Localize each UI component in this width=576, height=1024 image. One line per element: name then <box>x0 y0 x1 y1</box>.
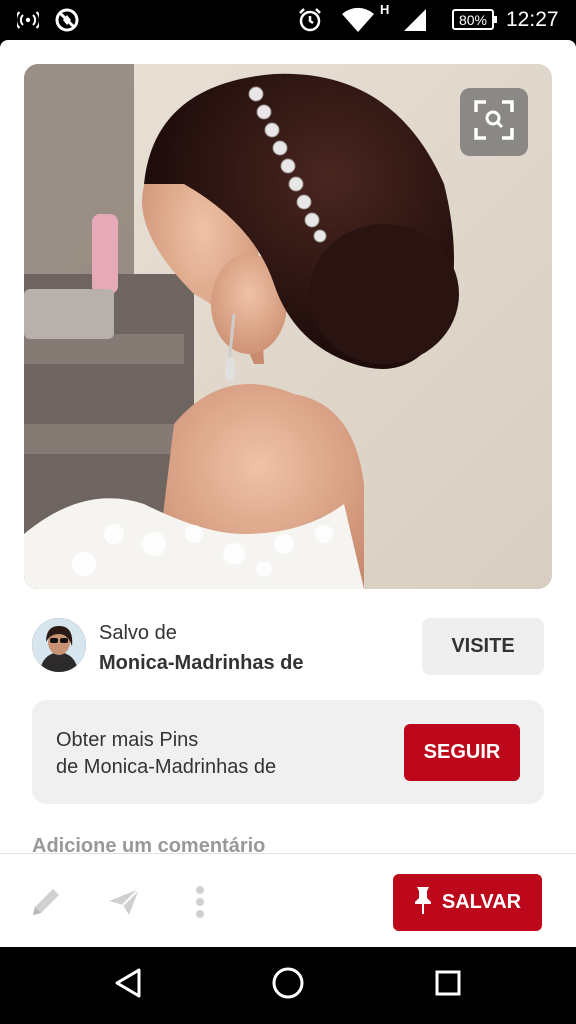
save-button[interactable]: SALVAR <box>393 874 542 931</box>
home-icon <box>271 966 305 1005</box>
pin-image[interactable] <box>24 64 552 589</box>
saved-from-label: Salvo de <box>99 622 177 644</box>
edit-icon[interactable] <box>28 884 64 920</box>
battery-percent: 80% <box>458 11 488 28</box>
follow-prompt-line2: de Monica-Madrinhas de <box>56 756 277 778</box>
avatar[interactable] <box>32 618 86 672</box>
recents-icon <box>434 969 462 1002</box>
visual-search-button[interactable] <box>460 88 528 156</box>
cellular-signal-icon <box>400 0 430 40</box>
visit-button[interactable]: VISITE <box>422 618 544 675</box>
network-type-label: H <box>380 2 390 17</box>
wifi-icon <box>338 0 378 40</box>
system-nav-bar <box>0 947 576 1024</box>
more-icon[interactable] <box>182 884 218 920</box>
pin-icon <box>414 885 432 921</box>
status-bar: H 80% 12:27 <box>0 0 576 40</box>
no-location-icon <box>52 0 82 40</box>
action-bar: SALVAR <box>0 853 576 947</box>
clock: 12:27 <box>506 8 559 31</box>
home-button[interactable] <box>248 947 328 1024</box>
follow-button[interactable]: SEGUIR <box>404 724 520 781</box>
save-button-label: SALVAR <box>441 891 522 913</box>
recents-button[interactable] <box>408 947 488 1024</box>
battery-indicator: 80% <box>452 9 497 30</box>
visual-search-icon <box>472 98 516 147</box>
pin-detail-card: Salvo de Monica-Madrinhas de VISITE Obte… <box>0 40 576 947</box>
back-icon <box>113 967 143 1004</box>
saved-from-row: Salvo de Monica-Madrinhas de VISITE <box>32 618 544 678</box>
wireless-signal-icon <box>14 0 42 40</box>
back-button[interactable] <box>88 947 168 1024</box>
send-icon[interactable] <box>106 884 142 920</box>
follow-prompt: Obter mais Pins de Monica-Madrinhas de S… <box>32 700 544 804</box>
follow-prompt-line1: Obter mais Pins <box>56 729 199 751</box>
alarm-icon <box>294 0 326 40</box>
board-name-link[interactable]: Monica-Madrinhas de <box>99 652 303 675</box>
